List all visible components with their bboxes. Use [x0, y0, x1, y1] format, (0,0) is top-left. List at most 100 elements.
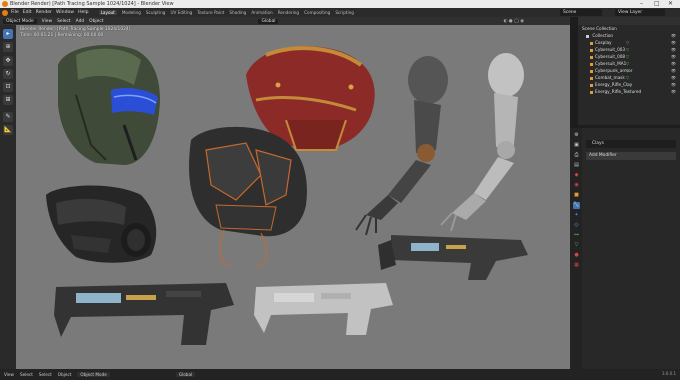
constraints-tab-icon[interactable]: ⊶: [573, 232, 580, 239]
modifier-tab-icon[interactable]: 🔧: [573, 202, 580, 209]
header-menu-select[interactable]: Select: [57, 19, 71, 24]
visibility-eye-icon[interactable]: 👁: [671, 75, 676, 81]
status-transform[interactable]: Global: [175, 372, 196, 377]
world-tab-icon[interactable]: ◉: [573, 182, 580, 189]
visibility-eye-icon[interactable]: 👁: [671, 82, 676, 88]
object-name-field[interactable]: Clays: [586, 140, 676, 148]
menu-render[interactable]: Render: [36, 10, 52, 15]
tab-modeling[interactable]: Modeling: [122, 10, 141, 15]
object-icon: [590, 76, 593, 80]
status-object[interactable]: Object: [58, 372, 72, 377]
move-icon[interactable]: ✥: [3, 56, 13, 66]
material-tab-icon[interactable]: ●: [573, 252, 580, 259]
maximize-button[interactable]: □: [654, 0, 660, 8]
annotate-icon[interactable]: ✎: [3, 112, 13, 122]
outliner-item[interactable]: Cybersuit_003 ▽ 👁: [578, 47, 680, 53]
outliner-item-label: Combat_mask: [595, 75, 625, 80]
energy-rifle-textured-model[interactable]: [54, 283, 234, 345]
tab-animation[interactable]: Animation: [251, 10, 272, 15]
outliner-item[interactable]: Cyberpunk_armor ▽ 👁: [578, 68, 680, 74]
tab-scripting[interactable]: Scripting: [335, 10, 354, 15]
outliner-scene-collection[interactable]: Scene Collection: [578, 26, 680, 32]
particles-tab-icon[interactable]: ✦: [573, 212, 580, 219]
visibility-eye-icon[interactable]: 👁: [671, 40, 676, 46]
view-layer-tab-icon[interactable]: ▤: [573, 162, 580, 169]
tab-shading[interactable]: Shading: [229, 10, 246, 15]
scene-selector[interactable]: Scene: [560, 9, 602, 16]
header-menu-object[interactable]: Object: [89, 19, 103, 24]
helmet-model[interactable]: [58, 45, 160, 165]
outliner-item[interactable]: Energy_Rifle_Clay ▽ 👁: [578, 82, 680, 88]
select-icon[interactable]: ▸: [3, 29, 13, 39]
tool-tab-icon[interactable]: ⚙: [573, 132, 580, 139]
outliner-item[interactable]: Cybersuit_MA1 ▽ 👁: [578, 61, 680, 67]
transform-icon[interactable]: ⊞: [3, 95, 13, 105]
measure-icon[interactable]: 📐: [3, 125, 13, 135]
scale-icon[interactable]: ⊡: [3, 82, 13, 92]
object-icon: [590, 90, 593, 94]
texture-tab-icon[interactable]: ▦: [573, 262, 580, 269]
outliner-item[interactable]: Cosplay ▽ 👁: [578, 40, 680, 46]
tab-layout[interactable]: Layout: [98, 10, 117, 15]
combat-mask-model[interactable]: [46, 185, 157, 263]
menu-edit[interactable]: Edit: [23, 10, 32, 15]
scene-tab-icon[interactable]: ◆: [573, 172, 580, 179]
object-name-label: Clays: [592, 141, 604, 146]
outliner-header: [578, 17, 680, 25]
rotate-icon[interactable]: ↻: [3, 69, 13, 79]
object-icon: [590, 55, 593, 59]
outliner-item[interactable]: Combat_mask ▽ 👁: [578, 75, 680, 81]
outliner-item[interactable]: Cybersuit_008 ▽ 👁: [578, 54, 680, 60]
mesh-data-icon: ▽: [626, 89, 630, 94]
minimize-button[interactable]: –: [640, 0, 643, 8]
add-modifier-button[interactable]: Add Modifier: [586, 152, 676, 160]
tab-sculpting[interactable]: Sculpting: [146, 10, 166, 15]
visibility-eye-icon[interactable]: 👁: [671, 33, 676, 39]
mesh-data-icon: ▽: [626, 54, 630, 59]
header-menu-add[interactable]: Add: [76, 19, 85, 24]
transform-orientation-dropdown[interactable]: Global: [258, 18, 279, 24]
tool-shelf: ▸ ⊕ ✥ ↻ ⊡ ⊞ ✎ 📐: [0, 25, 16, 369]
window-title: Blender Render) [Path Tracing Sample 102…: [10, 1, 174, 7]
menu-file[interactable]: File: [11, 10, 19, 15]
chest-armor-model[interactable]: [189, 126, 307, 267]
object-tab-icon[interactable]: ■: [573, 192, 580, 199]
status-select-2[interactable]: Select: [39, 372, 52, 377]
object-icon: [590, 69, 593, 73]
tab-texture-paint[interactable]: Texture Paint: [197, 10, 224, 15]
close-button[interactable]: ✕: [668, 0, 673, 8]
shading-mode-icons[interactable]: ◐ ● ◯ ◉: [503, 19, 524, 24]
blender-menu-icon[interactable]: [2, 9, 8, 16]
status-mode[interactable]: Object Mode: [77, 372, 110, 377]
physics-tab-icon[interactable]: ◎: [573, 222, 580, 229]
energy-rifle-clay-model[interactable]: [254, 283, 393, 335]
outliner-item-label: Cybersuit_003: [595, 47, 626, 52]
outliner-collection[interactable]: Collection 👁: [578, 33, 680, 39]
blender-logo-icon: [2, 1, 8, 7]
visibility-eye-icon[interactable]: 👁: [671, 61, 676, 67]
menu-help[interactable]: Help: [78, 10, 88, 15]
mesh-data-icon: ▽: [626, 68, 630, 73]
render-info-line2: Time: 00:01.21 | Remaining: 00:00.00: [20, 32, 104, 38]
outliner-item[interactable]: Energy_Rifle_Textured ▽ 👁: [578, 89, 680, 95]
header-menu-view[interactable]: View: [42, 19, 52, 24]
render-tab-icon[interactable]: ▣: [573, 142, 580, 149]
cursor-icon[interactable]: ⊕: [3, 42, 13, 52]
visibility-eye-icon[interactable]: 👁: [671, 89, 676, 95]
visibility-eye-icon[interactable]: 👁: [671, 54, 676, 60]
energy-rifle-textured-small-model[interactable]: [378, 235, 528, 280]
data-tab-icon[interactable]: ▽: [573, 242, 580, 249]
visibility-eye-icon[interactable]: 👁: [671, 68, 676, 74]
mesh-data-icon: ▽: [626, 40, 630, 45]
output-tab-icon[interactable]: ⎙: [573, 152, 580, 159]
status-view[interactable]: View: [4, 372, 14, 377]
tab-rendering[interactable]: Rendering: [278, 10, 299, 15]
mode-dropdown[interactable]: Object Mode: [3, 18, 37, 24]
tab-uv-editing[interactable]: UV Editing: [170, 10, 192, 15]
view-layer-selector[interactable]: View Layer: [615, 9, 665, 16]
status-select[interactable]: Select: [20, 372, 33, 377]
clay-cyber-arm-model[interactable]: [440, 53, 524, 232]
menu-window[interactable]: Window: [56, 10, 74, 15]
visibility-eye-icon[interactable]: 👁: [671, 47, 676, 53]
tab-compositing[interactable]: Compositing: [304, 10, 330, 15]
